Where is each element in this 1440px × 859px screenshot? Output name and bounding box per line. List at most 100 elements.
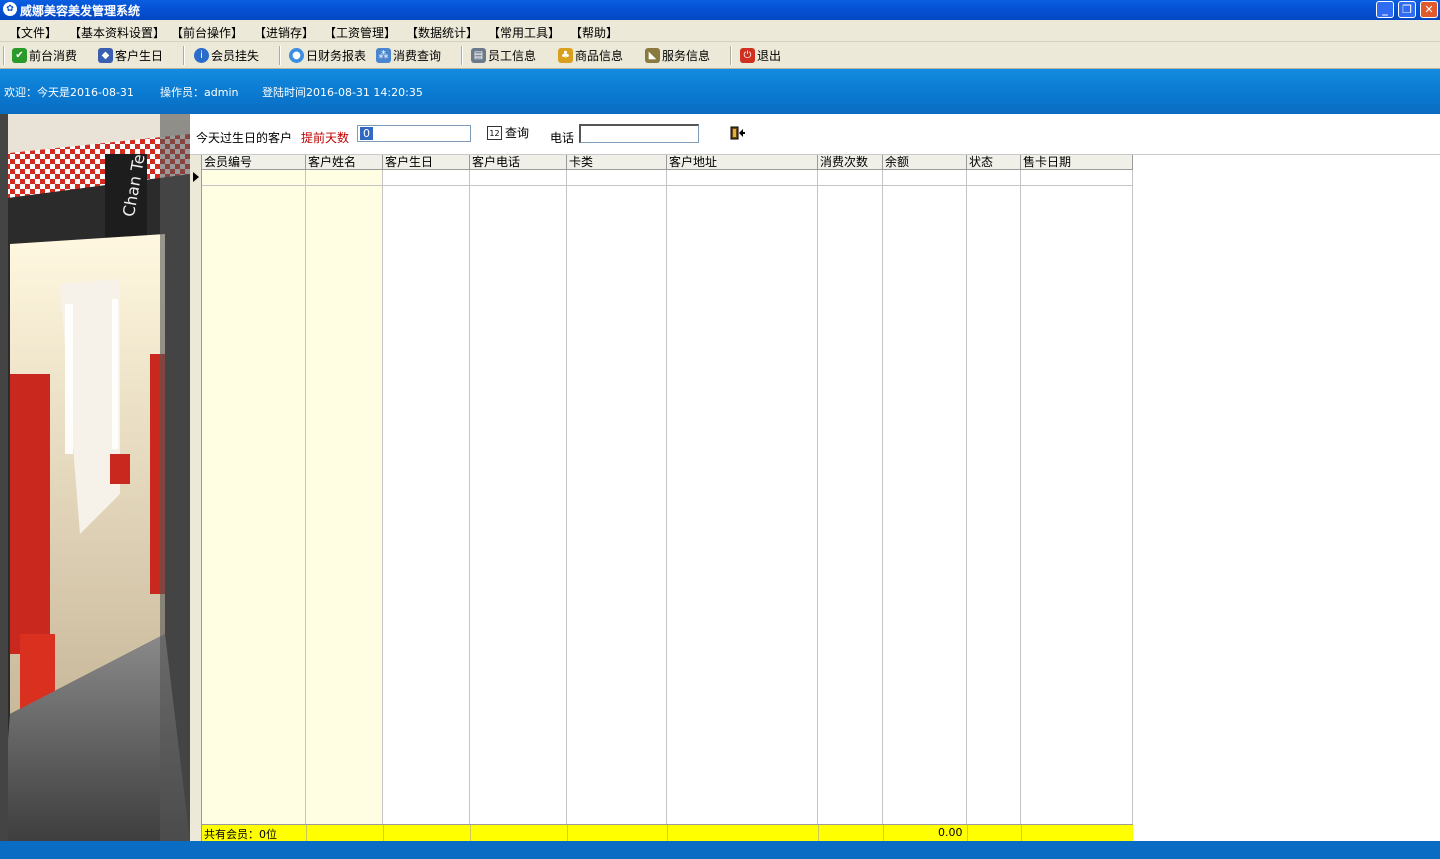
column-header-name[interactable]: 客户姓名: [306, 155, 383, 170]
toolbar-separator: [3, 46, 5, 65]
grid-column-bg: [306, 155, 383, 841]
toolbar-separator: [730, 46, 732, 65]
query-button[interactable]: 12 查询: [487, 124, 529, 141]
menu-basic-settings[interactable]: 【基本资料设置】: [69, 24, 165, 41]
operator-text: 操作员：admin: [160, 86, 239, 99]
member-total: 共有会员：0位: [204, 828, 277, 841]
close-button[interactable]: ✕: [1420, 1, 1438, 18]
grid-column-bg: [383, 155, 470, 841]
goods-info-button[interactable]: ♣ 商品信息: [558, 47, 623, 64]
column-header-address[interactable]: 客户地址: [667, 155, 818, 170]
birthday-search-bar: 今天过生日的客户 提前天数 0 12 查询 电话: [190, 114, 1440, 155]
calendar-icon: 12: [487, 125, 502, 140]
advance-days-input[interactable]: 0: [357, 125, 471, 142]
grid-column-bg: [667, 155, 818, 841]
menu-tools[interactable]: 【常用工具】: [488, 24, 560, 41]
grid-column-bg: [818, 155, 883, 841]
current-row-arrow-icon: [193, 172, 199, 182]
column-header-phone[interactable]: 客户电话: [470, 155, 567, 170]
menu-payroll[interactable]: 【工资管理】: [324, 24, 396, 41]
toolbar-separator: [183, 46, 185, 65]
grid-footer: 共有会员：0位 0.00: [202, 824, 1133, 841]
member-grid[interactable]: 会员编号 客户姓名 客户生日 客户电话 卡类 客户地址 消费次数 余额 状态 售…: [190, 155, 1135, 841]
grid-column-bg: [202, 155, 306, 841]
menu-statistics[interactable]: 【数据统计】: [406, 24, 478, 41]
phone-label: 电话: [550, 131, 575, 145]
goods-info-label: 商品信息: [575, 49, 624, 63]
info-icon: i: [194, 48, 209, 63]
menu-bar: 【文件】 【基本资料设置】 【前台操作】 【进销存】 【工资管理】 【数据统计】…: [0, 20, 1440, 42]
storefront-illustration: Chan Te: [0, 114, 190, 841]
service-info-label: 服务信息: [662, 49, 711, 63]
grid-column-bg: [567, 155, 667, 841]
column-header-birthday[interactable]: 客户生日: [383, 155, 470, 170]
service-info-button[interactable]: ◣ 服务信息: [645, 47, 710, 64]
query-label: 查询: [505, 126, 530, 140]
title-bar: ✿ 威娜美容美发管理系统 _ ❐ ✕: [0, 0, 1440, 20]
advance-days-label: 提前天数: [301, 131, 350, 145]
cake-icon: ◆: [98, 48, 113, 63]
daily-finance-button[interactable]: ● 日财务报表: [289, 47, 366, 64]
column-header-card-type[interactable]: 卡类: [567, 155, 667, 170]
network-icon: ⁂: [376, 48, 391, 63]
power-icon: ⏻: [740, 48, 755, 63]
menu-help[interactable]: 【帮助】: [570, 24, 618, 41]
footer-separator: [1021, 825, 1022, 841]
staff-card-icon: ▤: [471, 48, 486, 63]
column-header-visit-count[interactable]: 消费次数: [818, 155, 883, 170]
welcome-text: 欢迎：今天是2016-08-31: [4, 86, 134, 99]
minimize-button[interactable]: _: [1376, 1, 1394, 18]
bottom-bar: [0, 841, 1440, 859]
exit-door-icon[interactable]: [730, 125, 746, 141]
footer-separator: [667, 825, 668, 841]
toolbar: ✔ 前台消费 ◆ 客户生日 i 会员挂失 ● 日财务报表 ⁂ 消费查询 ▤ 员工…: [0, 42, 1440, 69]
column-header-card-date[interactable]: 售卡日期: [1021, 155, 1133, 170]
login-time-text: 登陆时间2016-08-31 14:20:35: [262, 86, 423, 99]
column-header-status[interactable]: 状态: [967, 155, 1021, 170]
footer-separator: [967, 825, 968, 841]
row-indicator-column: [190, 155, 202, 841]
birthday-label: 今天过生日的客户: [196, 131, 293, 145]
footer-separator: [818, 825, 819, 841]
customer-birthday-button[interactable]: ◆ 客户生日: [98, 47, 163, 64]
staff-info-button[interactable]: ▤ 员工信息: [471, 47, 536, 64]
consume-query-label: 消费查询: [393, 49, 442, 63]
customer-birthday-label: 客户生日: [115, 49, 164, 63]
toolbar-separator: [461, 46, 463, 65]
restore-button[interactable]: ❐: [1398, 1, 1416, 18]
member-loss-label: 会员挂失: [211, 49, 260, 63]
front-consume-button[interactable]: ✔ 前台消费: [12, 47, 77, 64]
menu-inventory[interactable]: 【进销存】: [254, 24, 314, 41]
grid-column-bg: [967, 155, 1021, 841]
footer-separator: [470, 825, 471, 841]
daily-finance-label: 日财务报表: [306, 49, 367, 63]
exit-label: 退出: [757, 49, 782, 63]
front-consume-label: 前台消费: [29, 49, 78, 63]
column-header-balance[interactable]: 余额: [883, 155, 967, 170]
consume-query-button[interactable]: ⁂ 消费查询: [376, 47, 441, 64]
salon-storefront-image: Chan Te: [0, 114, 190, 841]
balance-total: 0.00: [938, 826, 963, 839]
grid-column-bg: [470, 155, 567, 841]
toolbar-separator: [279, 46, 281, 65]
menu-file[interactable]: 【文件】: [9, 24, 57, 41]
footer-separator: [306, 825, 307, 841]
status-band: 欢迎：今天是2016-08-31 操作员：admin 登陆时间2016-08-3…: [0, 69, 1440, 114]
grid-column-bg: [1021, 155, 1133, 841]
column-header-member-id[interactable]: 会员编号: [202, 155, 306, 170]
footer-separator: [883, 825, 884, 841]
app-logo-icon: ✿: [3, 2, 17, 16]
tag-icon: ◣: [645, 48, 660, 63]
window-title: 威娜美容美发管理系统: [20, 4, 141, 18]
menu-front-desk[interactable]: 【前台操作】: [171, 24, 243, 41]
member-loss-button[interactable]: i 会员挂失: [194, 47, 259, 64]
footer-separator: [567, 825, 568, 841]
footer-separator: [383, 825, 384, 841]
grid-column-bg: [883, 155, 967, 841]
goods-icon: ♣: [558, 48, 573, 63]
phone-input[interactable]: [579, 124, 699, 143]
exit-button[interactable]: ⏻ 退出: [740, 47, 781, 64]
globe-icon: ●: [289, 48, 304, 63]
table-row[interactable]: [202, 185, 1133, 186]
empty-area: [1134, 155, 1440, 841]
